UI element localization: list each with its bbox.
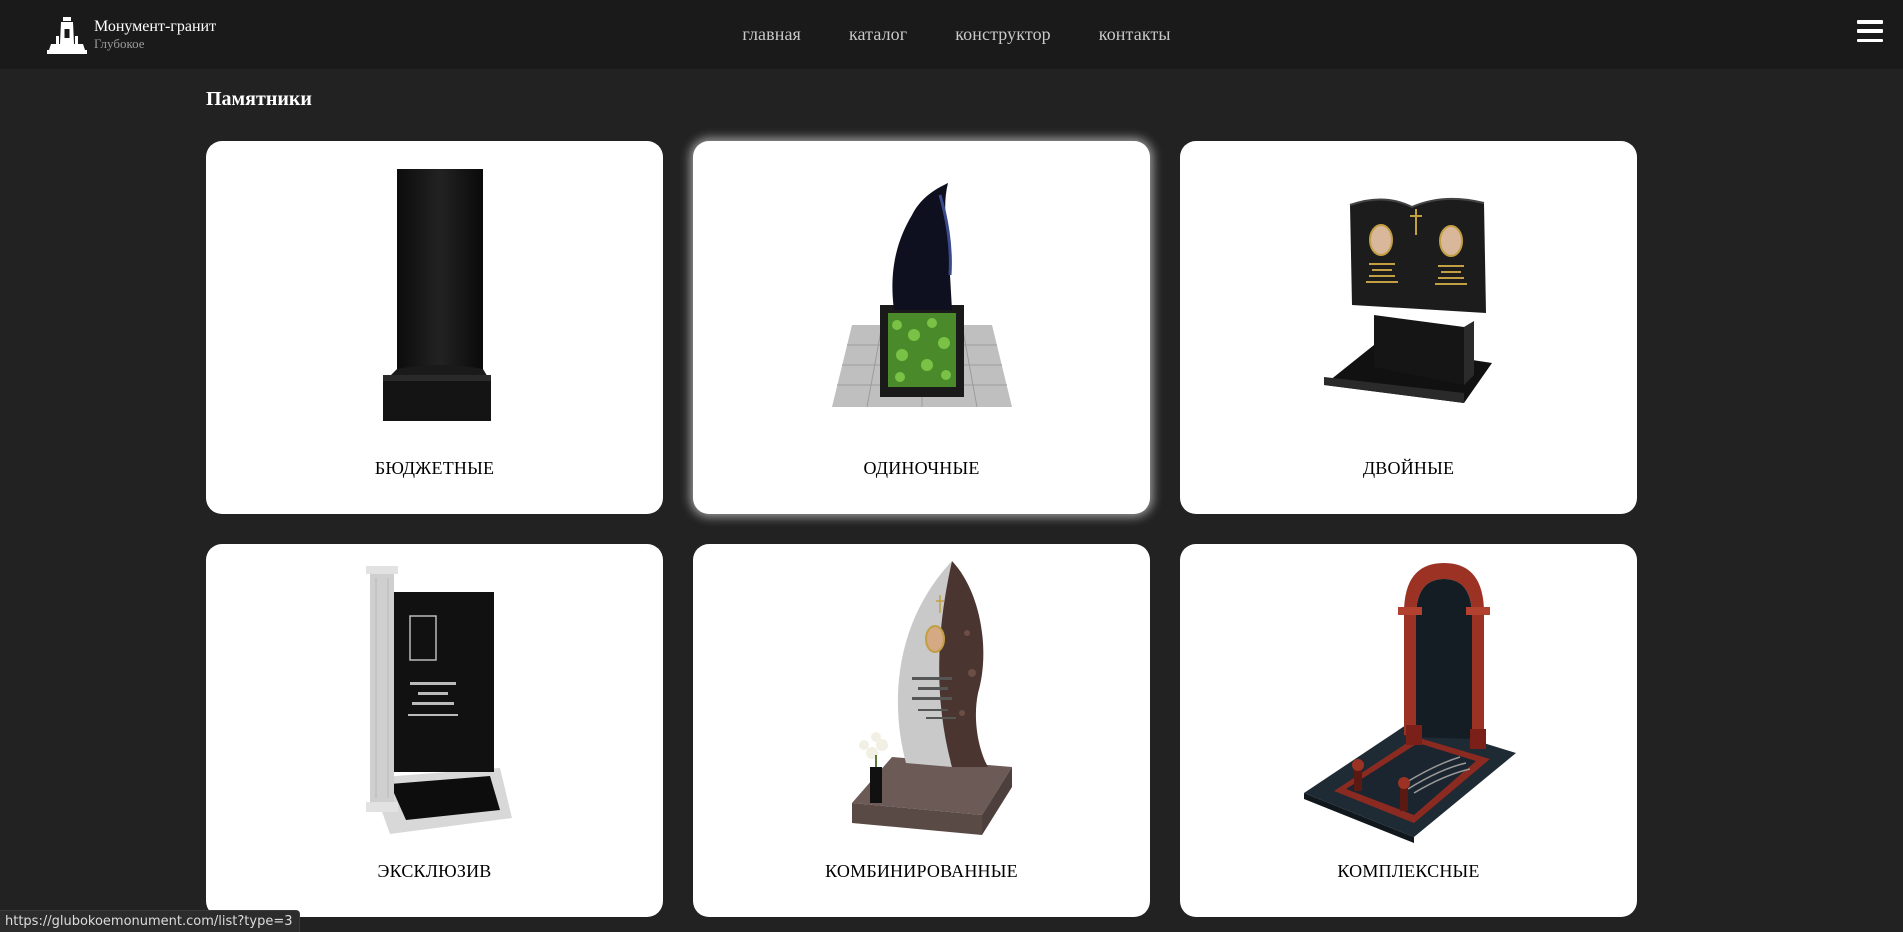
nav-link-constructor[interactable]: конструктор [955, 24, 1051, 45]
category-card-double[interactable]: ДВОЙНЫЕ [1180, 141, 1637, 514]
brand-name: Монумент-гранит [94, 18, 217, 36]
category-label: КОМПЛЕКСНЫЕ [1337, 861, 1480, 881]
hamburger-menu-icon[interactable] [1857, 20, 1883, 42]
monument-logo-icon [47, 17, 87, 54]
nav-link-home[interactable]: главная [742, 24, 801, 45]
single-monument-image [693, 155, 1150, 435]
category-card-combined[interactable]: КОМБИНИРОВАННЫЕ [693, 544, 1150, 917]
nav-link-contacts[interactable]: контакты [1099, 24, 1171, 45]
category-label: ЭКСКЛЮЗИВ [377, 861, 492, 881]
category-card-complex[interactable]: КОМПЛЕКСНЫЕ [1180, 544, 1637, 917]
budget-monument-image [206, 155, 663, 435]
site-header: Монумент-гранит Глубокое главная каталог… [0, 0, 1903, 69]
combined-monument-image [693, 558, 1150, 838]
complex-monument-image [1180, 558, 1637, 843]
double-monument-image [1180, 155, 1637, 435]
category-label: КОМБИНИРОВАННЫЕ [825, 861, 1018, 881]
category-card-budget[interactable]: БЮДЖЕТНЫЕ [206, 141, 663, 514]
brand-link[interactable]: Монумент-гранит Глубокое [47, 15, 216, 55]
section-title: Памятники [206, 88, 312, 110]
category-card-single[interactable]: ОДИНОЧНЫЕ [693, 141, 1150, 514]
nav-link-catalog[interactable]: каталог [849, 24, 907, 45]
category-grid: БЮДЖЕТНЫЕ ОДИНОЧНЫЕ ДВОЙНЫЕ ЭКСКЛЮЗИВ КО… [206, 141, 1638, 917]
category-label: ДВОЙНЫЕ [1362, 458, 1455, 478]
exclusive-monument-image [206, 558, 663, 838]
category-label: ОДИНОЧНЫЕ [863, 458, 980, 478]
main-nav: главная каталог конструктор контакты [0, 0, 1903, 69]
category-card-exclusive[interactable]: ЭКСКЛЮЗИВ [206, 544, 663, 917]
brand-city: Глубокое [94, 36, 145, 52]
category-label: БЮДЖЕТНЫЕ [374, 458, 495, 478]
link-preview-status: https://glubokoemonument.com/list?type=3 [0, 910, 300, 932]
